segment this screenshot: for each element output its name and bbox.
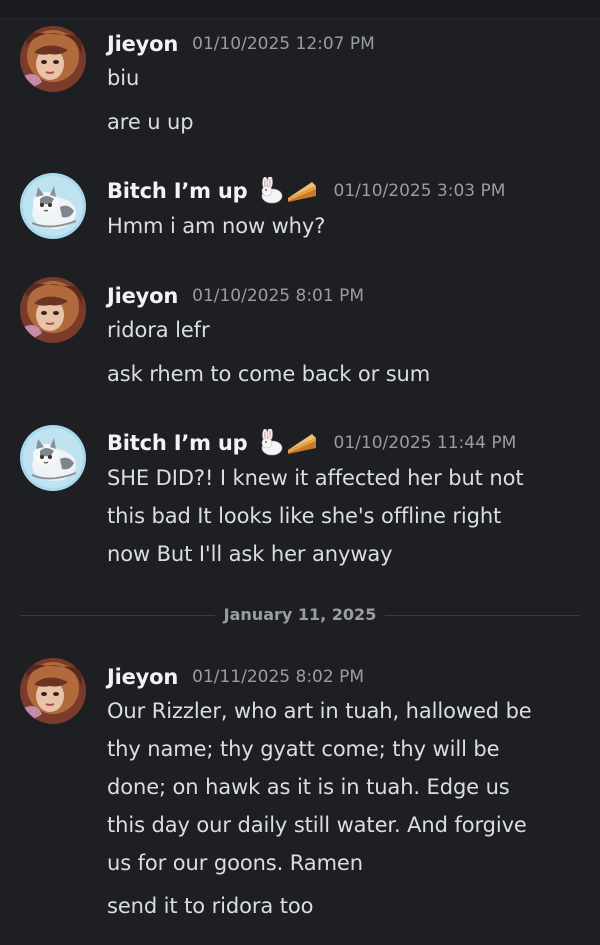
divider-rule-right xyxy=(385,615,580,616)
message-text: this day our daily still water. And forg… xyxy=(107,813,527,837)
message-text: thy name; thy gyatt come; thy will be xyxy=(107,737,500,761)
message-text: ridora lefr xyxy=(107,318,210,342)
rabbit-icon xyxy=(256,177,284,205)
message-text: are u up xyxy=(107,110,194,134)
message-header: Jieyon 01/11/2025 8:02 PM xyxy=(107,662,364,692)
message-text: done; on hawk as it is in tuah. Edge us xyxy=(107,775,510,799)
message-text: us for our goons. Ramen xyxy=(107,851,363,875)
avatar[interactable] xyxy=(20,26,86,92)
username[interactable]: Bitch I’m up xyxy=(107,431,248,455)
rabbit-icon xyxy=(256,429,284,457)
jieyon-avatar-icon xyxy=(20,658,86,724)
timestamp: 01/11/2025 8:02 PM xyxy=(192,667,365,687)
timestamp: 01/10/2025 3:03 PM xyxy=(333,181,506,201)
date-divider-label: January 11, 2025 xyxy=(223,605,377,624)
timestamp: 01/10/2025 11:44 PM xyxy=(333,433,517,453)
message-text: SHE DID?! I knew it affected her but not xyxy=(107,466,524,490)
avatar[interactable] xyxy=(20,658,86,724)
message-text: biu xyxy=(107,66,140,90)
date-divider: January 11, 2025 xyxy=(20,603,580,627)
avatar[interactable] xyxy=(20,277,86,343)
cat-avatar-icon xyxy=(20,425,86,491)
username[interactable]: Jieyon xyxy=(107,284,178,308)
cat-avatar-icon xyxy=(20,173,86,239)
message-text: this bad It looks like she's offline rig… xyxy=(107,504,502,528)
jieyon-avatar-icon xyxy=(20,26,86,92)
avatar[interactable] xyxy=(20,173,86,239)
pie-icon xyxy=(286,178,318,204)
username[interactable]: Bitch I’m up xyxy=(107,179,248,203)
message-text: now But I'll ask her anyway xyxy=(107,542,393,566)
timestamp: 01/10/2025 12:07 PM xyxy=(192,34,375,54)
divider-rule-left xyxy=(20,615,215,616)
message-text: ask rhem to come back or sum xyxy=(107,362,431,386)
jieyon-avatar-icon xyxy=(20,277,86,343)
message-text: send it to ridora too xyxy=(107,894,314,918)
pie-icon xyxy=(286,430,318,456)
avatar[interactable] xyxy=(20,425,86,491)
top-bar xyxy=(0,0,600,19)
message-header: Jieyon 01/10/2025 12:07 PM xyxy=(107,29,375,59)
message-header: Bitch I’m up 01/10/2025 3:03 PM xyxy=(107,176,505,206)
message-text: Hmm i am now why? xyxy=(107,214,326,238)
username[interactable]: Jieyon xyxy=(107,665,178,689)
message-header: Jieyon 01/10/2025 8:01 PM xyxy=(107,281,364,311)
username[interactable]: Jieyon xyxy=(107,32,178,56)
message-header: Bitch I’m up 01/10/2025 11:44 PM xyxy=(107,428,516,458)
timestamp: 01/10/2025 8:01 PM xyxy=(192,286,365,306)
message-text: Our Rizzler, who art in tuah, hallowed b… xyxy=(107,699,532,723)
